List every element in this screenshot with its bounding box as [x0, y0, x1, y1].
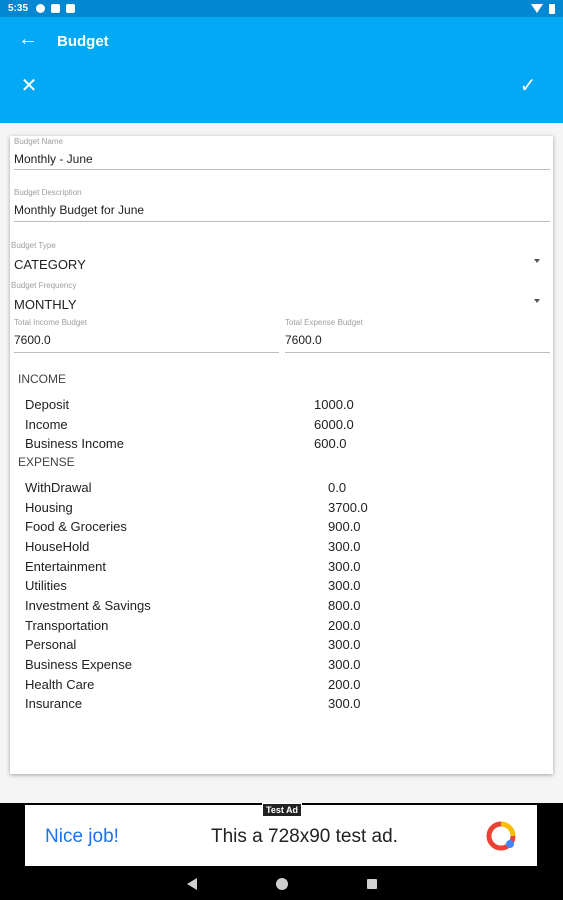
close-icon[interactable]: ✕ [16, 73, 42, 99]
budget-description-label: Budget Description [14, 188, 82, 197]
budget-description-underline [14, 221, 550, 222]
income-section-header: INCOME [18, 372, 66, 386]
nav-recents-icon[interactable] [367, 879, 377, 889]
expense-row-name: HouseHold [25, 539, 90, 554]
total-expense-label: Total Expense Budget [285, 318, 363, 327]
expense-row-name: Food & Groceries [25, 519, 127, 534]
expense-row-name: Entertainment [25, 559, 106, 574]
income-row-amount[interactable]: 600.0 [314, 436, 347, 451]
back-arrow-icon[interactable]: ← [14, 27, 42, 51]
expense-row-name: Business Expense [25, 657, 132, 672]
expense-section-header: EXPENSE [18, 455, 75, 469]
budget-name-label: Budget Name [14, 137, 63, 146]
page-title: Budget [57, 33, 109, 50]
total-income-label: Total Income Budget [14, 318, 87, 327]
ad-body-text[interactable]: This a 728x90 test ad. [211, 826, 398, 848]
income-row-amount[interactable]: 6000.0 [314, 417, 354, 432]
budget-name-value[interactable]: Monthly - June [14, 152, 550, 166]
expense-row-amount[interactable]: 0.0 [328, 480, 346, 495]
expense-row-name: Insurance [25, 696, 83, 711]
expense-row-name: WithDrawal [25, 480, 92, 495]
status-time: 5:35 [8, 3, 29, 14]
budget-frequency-dropdown[interactable]: Budget Frequency MONTHLY [11, 281, 540, 317]
expense-row-amount[interactable]: 300.0 [328, 696, 361, 711]
expense-row-amount[interactable]: 300.0 [328, 637, 361, 652]
total-income-underline [14, 352, 279, 353]
budget-type-label: Budget Type [11, 241, 56, 250]
expense-row-name: Utilities [25, 578, 67, 593]
income-row-name: Deposit [25, 397, 70, 412]
expense-row-amount[interactable]: 300.0 [328, 539, 361, 554]
expense-row-amount[interactable]: 800.0 [328, 598, 361, 613]
check-icon[interactable]: ✓ [515, 73, 541, 99]
expense-row-name: Transportation [25, 618, 109, 633]
total-expense-field[interactable]: Total Expense Budget 7600.0 [285, 318, 550, 353]
sd-card-icon [66, 4, 76, 13]
income-row-name: Business Income [25, 436, 124, 451]
admob-logo-icon[interactable] [485, 820, 517, 852]
expense-row-name: Health Care [25, 677, 95, 692]
nav-home-icon[interactable] [276, 878, 288, 890]
budget-name-field[interactable]: Budget Name Monthly - June [14, 137, 550, 170]
battery-icon [549, 3, 555, 14]
budget-frequency-value[interactable]: MONTHLY [14, 297, 540, 312]
expense-row-amount[interactable]: 200.0 [328, 618, 361, 633]
app-bar: ← Budget ✕ ✓ [0, 17, 563, 123]
expense-row-name: Personal [25, 637, 77, 652]
expense-row-amount[interactable]: 900.0 [328, 519, 361, 534]
expense-row-amount[interactable]: 300.0 [328, 578, 361, 593]
nav-back-icon[interactable] [187, 878, 197, 890]
expense-row-amount[interactable]: 200.0 [328, 677, 361, 692]
budget-description-field[interactable]: Budget Description Monthly Budget for Ju… [14, 188, 550, 222]
ad-headline[interactable]: Nice job! [45, 826, 119, 848]
navigation-bar [0, 866, 563, 900]
total-expense-value[interactable]: 7600.0 [285, 333, 550, 347]
income-row-amount[interactable]: 1000.0 [314, 397, 354, 412]
chevron-down-icon[interactable] [534, 299, 540, 303]
chevron-down-icon[interactable] [534, 259, 540, 263]
settings-icon [36, 4, 46, 13]
budget-description-value[interactable]: Monthly Budget for June [14, 203, 550, 217]
expense-row-amount[interactable]: 300.0 [328, 559, 361, 574]
total-income-value[interactable]: 7600.0 [14, 333, 279, 347]
expense-row-amount[interactable]: 3700.0 [328, 500, 368, 515]
income-row-name: Income [25, 417, 68, 432]
wifi-icon [531, 4, 543, 13]
budget-name-underline [14, 169, 550, 170]
total-expense-underline [285, 352, 550, 353]
budget-type-dropdown[interactable]: Budget Type CATEGORY [11, 241, 540, 277]
test-ad-tag: Test Ad [262, 803, 303, 817]
photo-icon [51, 4, 61, 13]
budget-type-value[interactable]: CATEGORY [14, 257, 540, 272]
expense-row-name: Investment & Savings [25, 598, 151, 613]
total-income-field[interactable]: Total Income Budget 7600.0 [14, 318, 279, 353]
status-bar: 5:35 [0, 0, 563, 17]
expense-row-amount[interactable]: 300.0 [328, 657, 361, 672]
expense-row-name: Housing [25, 500, 73, 515]
budget-frequency-label: Budget Frequency [11, 281, 77, 290]
